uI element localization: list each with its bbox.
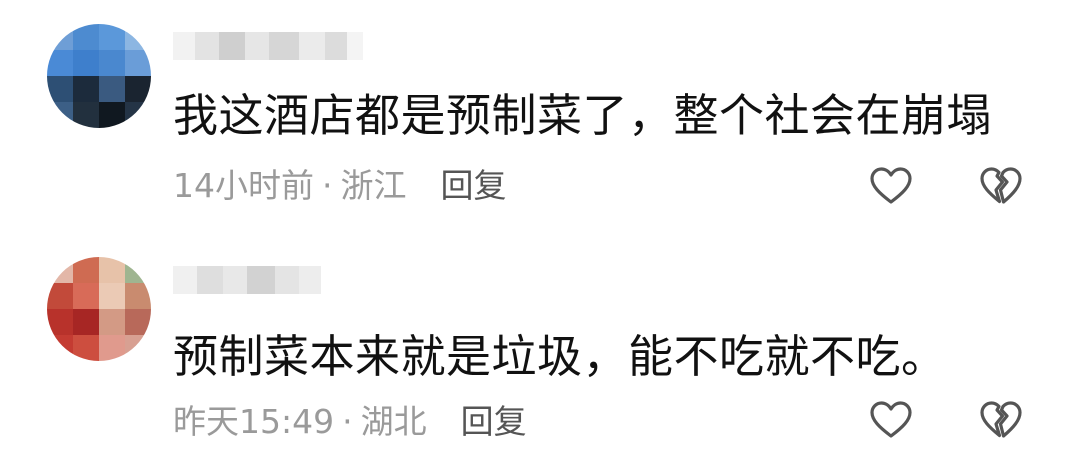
comment-time: 14小时前 [173, 166, 314, 205]
avatar[interactable] [47, 257, 151, 361]
avatar[interactable] [47, 24, 151, 128]
comment-time: 昨天15:49 [173, 402, 335, 441]
comment-item: 预制菜本来就是垃圾，能不吃就不吃。 昨天15:49 · 湖北 回复 [0, 234, 1080, 468]
comment-item: 我这酒店都是预制菜了，整个社会在崩塌 14小时前 · 浙江 回复 [0, 0, 1080, 234]
comment-location: 浙江 [340, 166, 407, 205]
comment-text: 我这酒店都是预制菜了，整个社会在崩塌 [173, 89, 993, 142]
heart-outline-icon[interactable] [869, 400, 913, 440]
meta-separator: · [322, 166, 333, 205]
broken-heart-icon[interactable] [979, 400, 1023, 440]
comment-meta: 14小时前 · 浙江 回复 [173, 166, 507, 206]
comment-meta: 昨天15:49 · 湖北 回复 [173, 402, 527, 442]
heart-outline-icon[interactable] [869, 166, 913, 206]
broken-heart-icon[interactable] [979, 166, 1023, 206]
comment-text: 预制菜本来就是垃圾，能不吃就不吃。 [173, 330, 947, 383]
reply-button[interactable]: 回复 [441, 166, 507, 205]
username-redacted[interactable] [173, 32, 363, 68]
comment-location: 湖北 [360, 402, 427, 441]
username-redacted[interactable] [173, 266, 323, 302]
reply-button[interactable]: 回复 [461, 402, 527, 441]
meta-separator: · [342, 402, 353, 441]
